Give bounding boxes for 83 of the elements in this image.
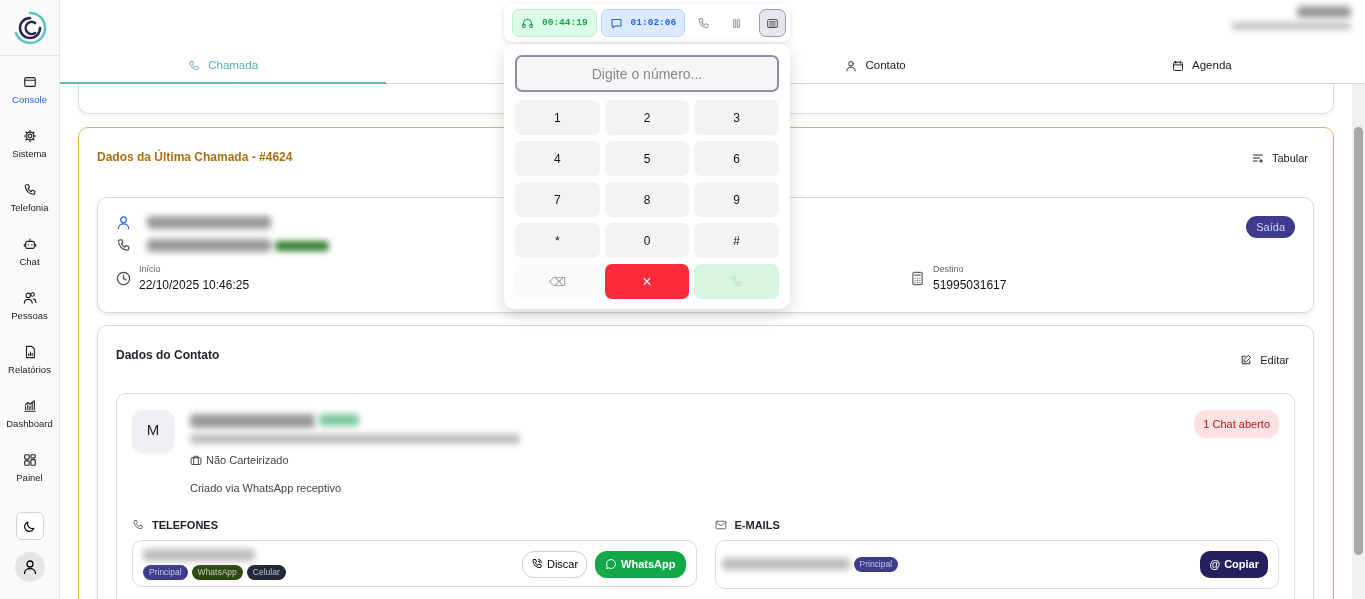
edit-button[interactable]: Editar	[1234, 348, 1295, 373]
blurred-tag	[275, 240, 329, 251]
timer-badge: 00:44:19	[512, 9, 597, 37]
logo-icon[interactable]	[12, 10, 47, 45]
blurred-tag	[319, 413, 359, 426]
sidebar-item[interactable]: Pessoas	[0, 280, 59, 334]
hangup-button[interactable]: ×	[604, 264, 690, 299]
people-icon	[22, 290, 37, 305]
dialpad-key[interactable]: 9	[694, 182, 779, 217]
scrollbar[interactable]	[1352, 84, 1365, 599]
grid-icon	[22, 452, 37, 467]
moon-icon	[22, 519, 37, 533]
sidebar-item[interactable]: Sistema	[0, 118, 59, 172]
sidebar-item[interactable]: Telefonia	[0, 172, 59, 226]
tag: Principal	[143, 565, 188, 580]
clock-icon	[116, 270, 131, 286]
person-icon	[845, 60, 858, 72]
phone-icon	[116, 237, 131, 253]
panel-title: Dados do Contato	[116, 347, 220, 364]
person-icon	[21, 559, 38, 575]
field-label: Início	[139, 262, 162, 276]
user-avatar-button[interactable]	[14, 552, 45, 582]
chat-icon	[609, 16, 623, 30]
chat-icon	[605, 558, 618, 571]
dialpad-key[interactable]: 4	[515, 141, 600, 176]
dialpad-key[interactable]: 3	[694, 100, 779, 135]
phone-icon	[697, 17, 711, 31]
number-input-field[interactable]: Digite o número...	[515, 55, 779, 92]
sidebar-item[interactable]: Chat	[0, 226, 59, 280]
tab[interactable]: Agenda	[1172, 57, 1232, 75]
dial-button[interactable]: Discar	[521, 551, 588, 578]
list-icon	[1251, 152, 1264, 165]
sidebar-item[interactable]: Painel	[0, 442, 59, 496]
dialpad-key[interactable]: 2	[604, 100, 690, 135]
briefcase-icon	[190, 453, 202, 466]
dialpad-key[interactable]: 8	[604, 182, 690, 217]
chart-icon	[22, 398, 37, 413]
open-chats-badge: 1 Chat aberto	[1194, 409, 1279, 438]
tag: WhatsApp	[191, 565, 243, 580]
avatar-initial: M	[132, 409, 174, 452]
dialpad-key[interactable]: #	[694, 223, 779, 258]
sidebar-item[interactable]: Console	[0, 64, 59, 118]
dialpad-key[interactable]: 1	[515, 100, 600, 135]
origin-text: Criado via WhatsApp receptivo	[190, 481, 342, 496]
phone-icon	[188, 60, 201, 72]
settings-icon	[22, 128, 37, 143]
phone-icon	[530, 558, 543, 571]
person-icon	[116, 214, 131, 230]
phone-icon	[132, 518, 144, 531]
dialpad-key[interactable]: 7	[515, 182, 600, 217]
panel-title: Dados da Última Chamada - #4624	[97, 148, 293, 166]
blurred-user-name	[1297, 6, 1351, 18]
window-icon	[22, 74, 37, 89]
portfolio-status: Não Carteirizado	[206, 452, 289, 468]
dialpad-toggle-button[interactable]	[759, 9, 787, 37]
tab[interactable]: Contato	[845, 57, 906, 75]
field-label: Destino	[933, 262, 965, 276]
headset-icon	[521, 16, 534, 30]
dialpad-key[interactable]: *	[515, 223, 600, 258]
sidebar-item[interactable]: Dashboard	[0, 388, 59, 442]
dialpad-key[interactable]: 6	[694, 141, 779, 176]
dialpad-key[interactable]: 0	[604, 223, 690, 258]
calculator-icon	[910, 270, 925, 286]
tag: Celular	[246, 565, 286, 580]
dialpad-key[interactable]: 5	[604, 141, 690, 176]
theme-toggle-button[interactable]	[15, 512, 44, 540]
robot-icon	[22, 236, 37, 251]
calendar-icon	[1172, 60, 1185, 72]
sidebar-item[interactable]: Relatórios	[0, 334, 59, 388]
phone-icon	[730, 275, 744, 288]
edit-icon	[1240, 354, 1253, 367]
timer-badge: 01:02:06	[600, 9, 686, 37]
keypad-icon	[766, 16, 780, 30]
copy-button[interactable]: @ Copiar	[1200, 551, 1268, 578]
section-heading: E-MAILS	[734, 517, 780, 533]
field-value: 51995031617	[933, 277, 1007, 294]
mail-icon	[714, 518, 727, 531]
tabular-button[interactable]: Tabular	[1245, 146, 1314, 171]
phone-icon	[22, 182, 37, 197]
tag: Principal	[853, 556, 899, 572]
direction-badge: Saída	[1246, 215, 1295, 238]
field-value: 22/10/2025 10:46:25	[139, 277, 250, 294]
section-heading: TELEFONES	[152, 517, 218, 533]
